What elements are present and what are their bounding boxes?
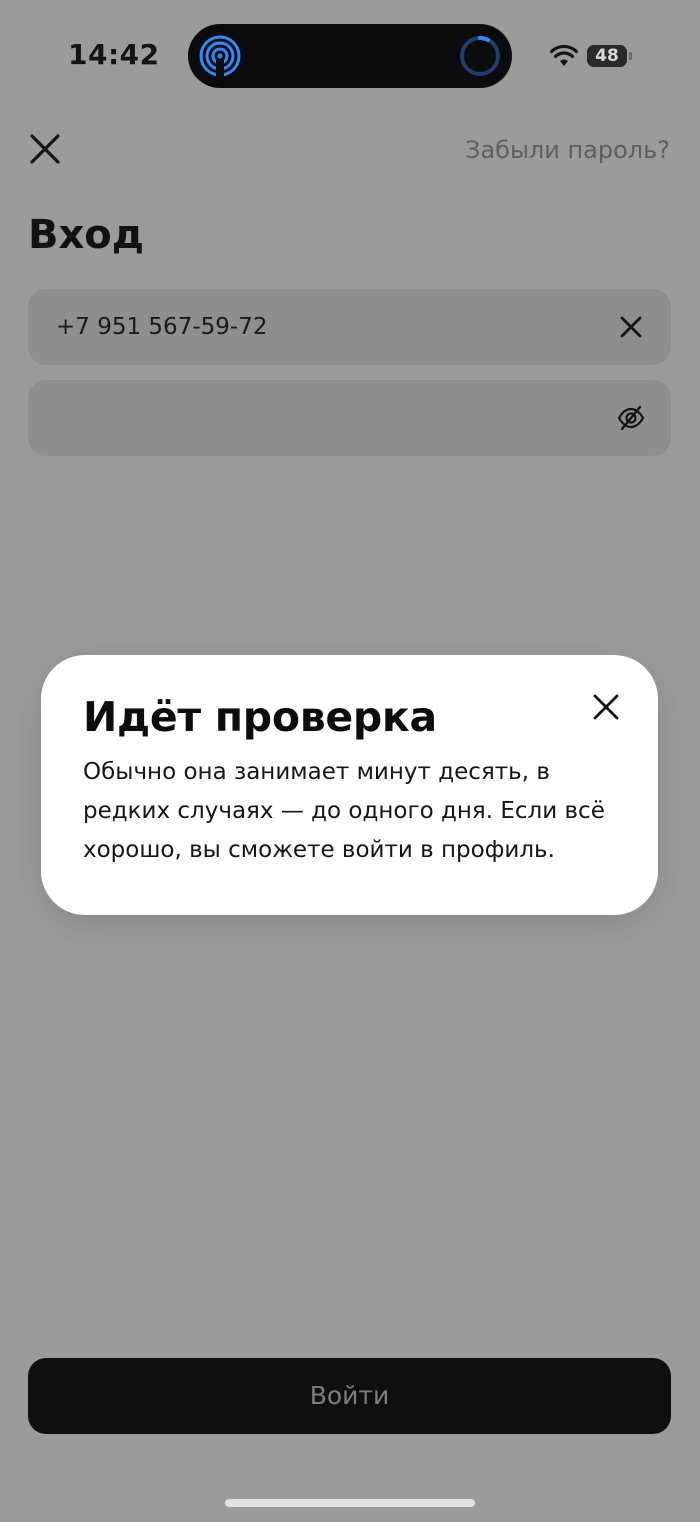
battery-indicator: 48	[587, 45, 627, 67]
progress-ring-icon	[460, 36, 500, 76]
home-indicator[interactable]	[225, 1499, 475, 1507]
forgot-password-link[interactable]: Забыли пароль?	[465, 136, 670, 164]
battery-nub	[629, 52, 632, 60]
dialog-title: Идёт проверка	[83, 693, 437, 741]
password-field[interactable]	[28, 380, 671, 456]
eye-off-icon[interactable]	[617, 404, 645, 432]
close-icon[interactable]	[591, 692, 621, 722]
airdrop-broadcast-icon	[199, 35, 241, 78]
close-icon[interactable]	[28, 132, 62, 166]
status-time: 14:42	[68, 38, 160, 71]
page-title: Вход	[28, 212, 145, 258]
phone-field-value[interactable]: +7 951 567-59-72	[56, 289, 267, 365]
login-button[interactable]: Войти	[28, 1358, 671, 1434]
clear-icon[interactable]	[617, 313, 645, 341]
dialog-message: Обычно она занимает минут десять, в редк…	[83, 759, 605, 863]
wifi-icon	[550, 44, 578, 66]
verification-dialog: Идёт проверка Обычно она занимает минут …	[41, 655, 658, 915]
phone-field[interactable]: +7 951 567-59-72	[28, 289, 671, 365]
